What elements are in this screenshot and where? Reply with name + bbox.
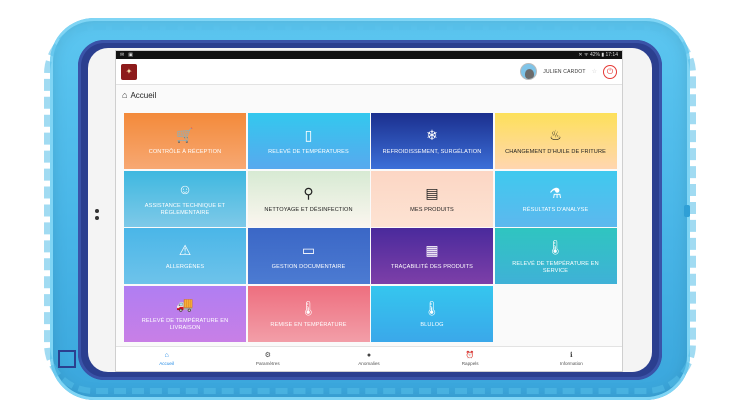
tile-label: RÉSULTATS D'ANALYSE bbox=[522, 206, 589, 213]
module-grid: 🛒 CONTRÔLE À RÉCEPTION ▯ RELEVÉ DE TEMPÉ… bbox=[124, 113, 617, 343]
app-header: ✦ JULIEN CARDOT ☆ ⏻ bbox=[116, 59, 622, 85]
tile-allergenes[interactable]: ⚠ ALLERGÈNES bbox=[124, 228, 246, 284]
delivery-truck-icon: 🚚 bbox=[176, 296, 194, 312]
status-indicators: ✕ ᯤ 42% ▮ 17:14 bbox=[578, 52, 618, 58]
star-icon[interactable]: ☆ bbox=[592, 68, 597, 75]
nav-information[interactable]: ℹ Information bbox=[531, 352, 611, 366]
tile-nettoyage-desinfection[interactable]: ⚲ NETTOYAGE ET DÉSINFECTION bbox=[247, 170, 370, 227]
tile-label: CHANGEMENT D'HUILE DE FRITURE bbox=[505, 149, 606, 155]
blulog-sensor-icon: 🌡 bbox=[423, 299, 441, 316]
nav-rappels[interactable]: ⏰ Rappels bbox=[430, 352, 510, 366]
tile-label: NETTOYAGE ET DÉSINFECTION bbox=[264, 206, 353, 213]
tile-label: CONTRÔLE À RÉCEPTION bbox=[148, 149, 222, 155]
tile-label: REFROIDISSEMENT, SURGÉLATION bbox=[382, 149, 482, 155]
tile-releve-temperature-service[interactable]: 🌡 RELEVÉ DE TEMPÉRATURE EN SERVICE bbox=[494, 228, 617, 284]
thermometer-icon: 🌡 bbox=[546, 238, 565, 255]
fridge-icon: ▯ bbox=[304, 127, 313, 143]
tile-changement-huile[interactable]: ♨ CHANGEMENT D'HUILE DE FRITURE bbox=[494, 113, 617, 169]
clipboard-list-icon: ▤ bbox=[425, 184, 439, 201]
tile-label: MES PRODUITS bbox=[410, 206, 454, 213]
email-notification-icon: ✉ bbox=[120, 52, 125, 58]
tile-label: ALLERGÈNES bbox=[165, 264, 205, 270]
tile-resultats-analyse[interactable]: ⚗ RÉSULTATS D'ANALYSE bbox=[494, 170, 617, 227]
tile-label: BLULOG bbox=[420, 321, 444, 328]
page-title: Accueil bbox=[130, 90, 157, 100]
nav-parametres[interactable]: ⚙ Paramètres bbox=[228, 352, 308, 366]
tile-label: REMISE EN TEMPÉRATURE bbox=[270, 321, 347, 328]
tile-gestion-documentaire[interactable]: ▭ GESTION DOCUMENTAIRE bbox=[247, 228, 370, 284]
qr-code-icon: ▦ bbox=[425, 242, 439, 258]
tile-mes-produits[interactable]: ▤ MES PRODUITS bbox=[371, 170, 493, 227]
nav-label: Paramètres bbox=[255, 361, 280, 366]
fryer-icon: ♨ bbox=[549, 127, 562, 143]
thermometer-snow-icon: ❄ bbox=[426, 127, 438, 143]
nav-label: Accueil bbox=[159, 361, 174, 366]
tile-label: ASSISTANCE TECHNIQUE ET RÈGLEMENTAIRE bbox=[144, 203, 226, 216]
support-headset-icon: ☺ bbox=[177, 181, 193, 197]
cleaning-icon: ⚲ bbox=[303, 184, 314, 201]
power-icon: ⏻ bbox=[606, 66, 614, 76]
thermometer-heat-icon: 🌡 bbox=[299, 299, 318, 316]
alert-circle-icon: ● bbox=[366, 352, 372, 359]
bottom-navigation: ⌂ Accueil ⚙ Paramètres ● Anomalies ⏰ Rap… bbox=[116, 346, 622, 371]
front-camera bbox=[95, 209, 99, 213]
home-icon: ⌂ bbox=[164, 352, 169, 359]
front-sensor bbox=[95, 216, 99, 220]
tile-label: RELEVÉ DE TEMPÉRATURES bbox=[268, 149, 349, 155]
tile-releve-temperature-livraison[interactable]: 🚚 RELEVÉ DE TEMPÉRATURE EN LIVRAISON bbox=[124, 285, 246, 342]
tile-blulog[interactable]: 🌡 BLULOG bbox=[371, 285, 493, 342]
nav-label: Anomalies bbox=[358, 361, 380, 366]
tile-tracabilite-produits[interactable]: ▦ TRAÇABILITÉ DES PRODUITS bbox=[371, 228, 493, 284]
nav-label: Information bbox=[559, 361, 583, 366]
app-logo[interactable]: ✦ bbox=[121, 63, 137, 80]
info-icon: ℹ bbox=[570, 352, 573, 359]
folder-icon: ▭ bbox=[301, 242, 316, 258]
avatar[interactable] bbox=[520, 63, 538, 80]
home-icon[interactable]: ⌂ bbox=[122, 90, 127, 100]
tile-remise-en-temperature[interactable]: 🌡 REMISE EN TEMPÉRATURE bbox=[247, 285, 370, 342]
nav-label: Rappels bbox=[461, 361, 479, 366]
warning-icon: ⚠ bbox=[178, 242, 192, 258]
gear-icon: ⚙ bbox=[264, 352, 271, 359]
case-corner-mark bbox=[58, 350, 76, 368]
alarm-clock-icon: ⏰ bbox=[465, 352, 475, 359]
breadcrumb: ⌂ Accueil bbox=[116, 85, 622, 105]
tile-label: GESTION DOCUMENTAIRE bbox=[271, 264, 346, 270]
tile-releve-temperatures[interactable]: ▯ RELEVÉ DE TEMPÉRATURES bbox=[247, 113, 370, 169]
logout-button[interactable]: ⏻ bbox=[603, 64, 617, 79]
android-status-bar: ✉ ▣ ✕ ᯤ 42% ▮ 17:14 bbox=[116, 51, 622, 59]
side-port bbox=[684, 205, 690, 217]
tile-label: RELEVÉ DE TEMPÉRATURE EN SERVICE bbox=[512, 260, 599, 274]
flask-icon: ⚗ bbox=[549, 184, 562, 201]
tablet-screen: ✉ ▣ ✕ ᯤ 42% ▮ 17:14 ✦ JULIEN CARDOT ☆ ⏻ … bbox=[115, 50, 623, 372]
nav-anomalies[interactable]: ● Anomalies bbox=[329, 352, 409, 366]
tile-label: RELEVÉ DE TEMPÉRATURE EN LIVRAISON bbox=[141, 318, 229, 331]
tile-assistance-technique[interactable]: ☺ ASSISTANCE TECHNIQUE ET RÈGLEMENTAIRE bbox=[124, 170, 246, 227]
user-area: JULIEN CARDOT ☆ ⏻ bbox=[520, 63, 617, 80]
nav-accueil[interactable]: ⌂ Accueil bbox=[127, 352, 207, 366]
tile-refroidissement-surgelation[interactable]: ❄ REFROIDISSEMENT, SURGÉLATION bbox=[371, 113, 493, 169]
user-name: JULIEN CARDOT bbox=[543, 68, 586, 75]
tile-label: TRAÇABILITÉ DES PRODUITS bbox=[391, 264, 473, 270]
tile-controle-reception[interactable]: 🛒 CONTRÔLE À RÉCEPTION bbox=[124, 113, 246, 169]
image-notification-icon: ▣ bbox=[128, 52, 133, 58]
cart-check-icon: 🛒 bbox=[176, 127, 194, 143]
